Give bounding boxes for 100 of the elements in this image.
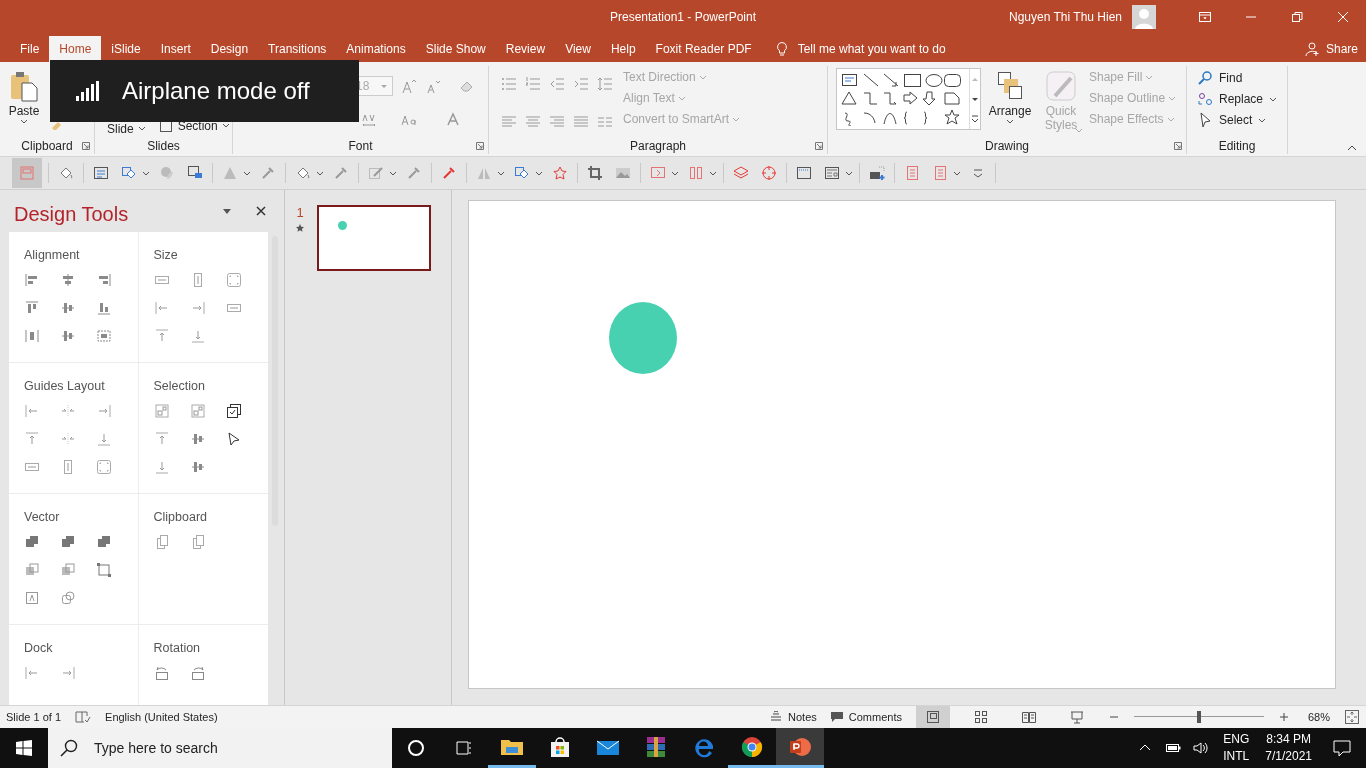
dialog-launcher-icon[interactable] (815, 142, 823, 150)
shrink-font-icon[interactable] (425, 78, 441, 94)
distribute-vertical-icon[interactable] (60, 328, 76, 344)
zoom-slider[interactable] (1133, 711, 1264, 723)
new-slide-button[interactable]: Slide (107, 122, 146, 136)
align-bottom-icon[interactable] (96, 300, 112, 316)
circle-shape[interactable] (609, 302, 677, 374)
ribbon-tab[interactable]: iSlide (101, 36, 151, 62)
select-outline-icon[interactable] (189, 403, 206, 419)
search-icon (1197, 70, 1213, 86)
caret-icon[interactable] (497, 169, 505, 177)
editing-command[interactable]: Find (1197, 70, 1281, 86)
ribbon-tab[interactable]: Slide Show (415, 36, 496, 62)
ribbon-display-icon[interactable] (1197, 9, 1213, 25)
slide-thumbnail[interactable] (317, 205, 431, 271)
paste-button[interactable]: Paste (6, 66, 42, 138)
guide-frame-icon[interactable] (96, 459, 112, 475)
caret-icon[interactable] (389, 169, 397, 177)
ribbon-tab[interactable]: Insert (150, 36, 201, 62)
caret-icon[interactable] (671, 169, 679, 177)
combine-icon[interactable] (60, 534, 76, 550)
user-name[interactable]: Nguyen Thi Thu Hien (1009, 10, 1122, 24)
ribbon-tab[interactable]: Foxit Reader PDF (645, 36, 762, 62)
align-top-icon[interactable] (24, 300, 40, 316)
rotate-right-icon[interactable] (189, 665, 206, 681)
restore-icon[interactable] (1289, 9, 1305, 25)
ribbon-tab[interactable]: Home (49, 36, 102, 62)
dialog-launcher-icon[interactable] (1174, 142, 1182, 150)
view-icon[interactable] (915, 706, 950, 728)
notification-icon[interactable] (1332, 738, 1352, 758)
line-spacing-icon[interactable] (597, 76, 613, 92)
intersect-icon[interactable] (60, 562, 76, 578)
duplicate-icon[interactable] (60, 590, 76, 606)
notes-button[interactable]: Notes (770, 711, 817, 723)
same-size-icon[interactable] (225, 272, 242, 288)
ribbon-tab[interactable]: Help (600, 36, 646, 62)
ribbon-tab[interactable]: View (555, 36, 601, 62)
select-similar-icon[interactable] (153, 403, 170, 419)
fit-to-window-icon[interactable] (1344, 709, 1360, 725)
font-color-icon[interactable] (445, 112, 461, 128)
ribbon-tab[interactable]: Design (200, 36, 259, 62)
editing-command[interactable]: Select (1197, 112, 1281, 128)
tell-me-search[interactable]: Tell me what you want to do (797, 42, 946, 56)
caret-icon[interactable] (142, 169, 150, 177)
subtract-icon[interactable] (24, 562, 40, 578)
cursor-icon[interactable] (225, 431, 242, 447)
input-language[interactable]: ENG (1223, 731, 1250, 748)
caret-icon[interactable] (243, 169, 251, 177)
share-button[interactable]: Share (1303, 36, 1358, 62)
caret-icon[interactable] (845, 169, 853, 177)
zoom-level[interactable]: 68% (1307, 711, 1330, 723)
shape-gallery[interactable] (836, 68, 981, 130)
task-view-icon[interactable] (454, 738, 474, 758)
align-frame-icon[interactable] (96, 328, 112, 344)
caret-icon[interactable] (535, 169, 543, 177)
speaker-icon[interactable] (1193, 740, 1210, 756)
align-right-icon[interactable] (96, 272, 112, 288)
align-center-icon[interactable] (60, 272, 76, 288)
caret-icon[interactable] (709, 169, 717, 177)
ribbon-tab[interactable]: File (10, 36, 50, 62)
editing-command[interactable]: Replace (1197, 91, 1281, 107)
clock-date[interactable]: 7/1/2021 (1265, 748, 1312, 765)
comments-button[interactable]: Comments (830, 711, 902, 723)
grow-font-icon[interactable] (401, 78, 417, 94)
dialog-launcher-icon[interactable] (476, 142, 484, 150)
character-spacing-icon[interactable] (361, 112, 377, 128)
caret-icon[interactable] (316, 169, 324, 177)
select-column-icon[interactable] (189, 459, 206, 475)
distribute-horizontal-icon[interactable] (24, 328, 40, 344)
close-icon[interactable] (255, 205, 267, 217)
zoom-in-icon[interactable] (1277, 711, 1290, 723)
arrange-button[interactable]: Arrange (987, 66, 1033, 138)
dialog-launcher-icon[interactable] (82, 142, 90, 150)
union-icon[interactable] (24, 534, 40, 550)
align-middle-icon[interactable] (60, 300, 76, 316)
close-icon[interactable] (1335, 9, 1351, 25)
checked-layers-icon[interactable] (225, 403, 242, 419)
caret-icon[interactable] (953, 169, 961, 177)
rotate-left-icon[interactable] (153, 665, 170, 681)
caret-icon (20, 118, 28, 126)
resize-frame-icon[interactable] (96, 562, 112, 578)
align-left-icon[interactable] (24, 272, 40, 288)
fragment-icon[interactable] (96, 534, 112, 550)
ribbon-tab[interactable]: Review (495, 36, 556, 62)
ring-icon[interactable] (406, 738, 426, 758)
proofing-icon[interactable] (75, 709, 92, 725)
ribbon-tab[interactable]: Transitions (258, 36, 337, 62)
group-label: Clipboard (21, 139, 73, 153)
taskbar-search-box[interactable]: Type here to search (48, 728, 392, 768)
keyboard-layout[interactable]: INTL (1223, 748, 1250, 765)
taskbar-search-field[interactable]: Type here to search (92, 739, 392, 757)
clock-time[interactable]: 8:34 PM (1266, 731, 1311, 748)
decrease-indent-icon[interactable] (549, 76, 565, 92)
ribbon-tab[interactable]: Animations (336, 36, 416, 62)
text-frame-icon[interactable] (24, 590, 40, 606)
lines-icon (770, 711, 783, 723)
language-status[interactable]: English (United States) (105, 711, 218, 723)
increase-indent-icon[interactable] (573, 76, 589, 92)
select-row-icon[interactable] (189, 431, 206, 447)
bullets-icon[interactable] (501, 76, 517, 92)
